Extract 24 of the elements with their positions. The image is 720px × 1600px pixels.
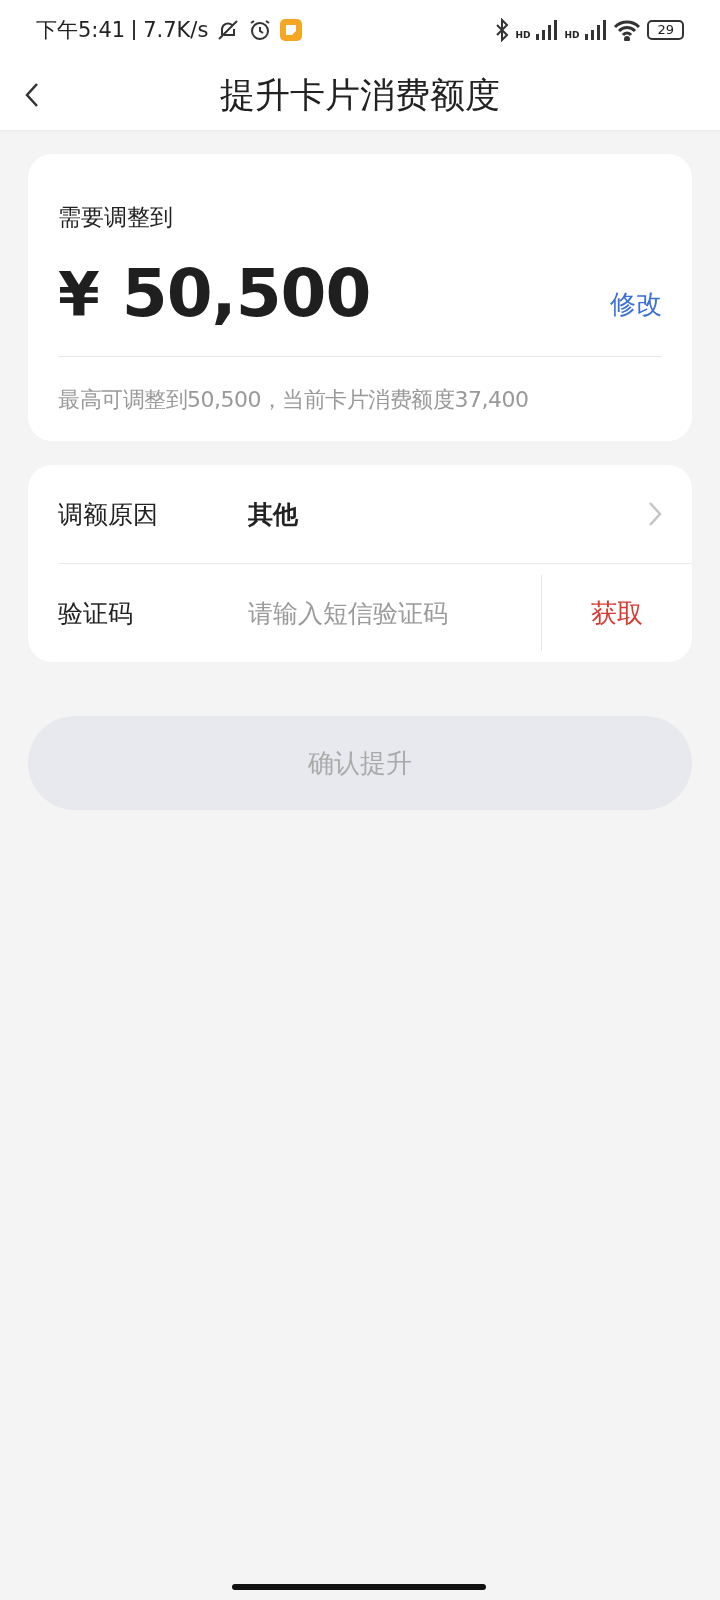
edit-link[interactable]: 修改 <box>610 287 662 322</box>
signal-icon <box>585 20 608 40</box>
battery-indicator: 29 <box>647 20 684 40</box>
amount-label: 需要调整到 <box>58 204 173 230</box>
hd-label: HD <box>564 30 580 40</box>
hd-label: HD <box>515 30 531 40</box>
limit-note: 最高可调整到50,500，当前卡片消费额度37,400 <box>58 386 530 414</box>
chevron-right-icon <box>648 501 662 527</box>
status-time: 下午5:41 <box>36 17 126 44</box>
network-speed: 7.7K/s <box>143 18 209 42</box>
get-code-button[interactable]: 获取 <box>542 594 692 632</box>
app-notification-icon <box>280 19 303 41</box>
code-input-field[interactable]: 请输入短信验证码 <box>248 598 518 628</box>
currency-symbol: ¥ <box>58 258 100 329</box>
reason-value: 其他 <box>248 498 298 531</box>
reason-label: 调额原因 <box>58 498 159 531</box>
muted-bell-icon <box>216 18 241 42</box>
reason-row[interactable]: 调额原因 其他 <box>28 465 692 563</box>
page-title: 提升卡片消费额度 <box>220 73 500 117</box>
code-label: 验证码 <box>58 597 134 630</box>
signal-icon <box>536 20 559 40</box>
bluetooth-icon <box>495 18 510 42</box>
amount-value: 50,500 <box>121 255 371 332</box>
wifi-icon <box>613 19 642 41</box>
